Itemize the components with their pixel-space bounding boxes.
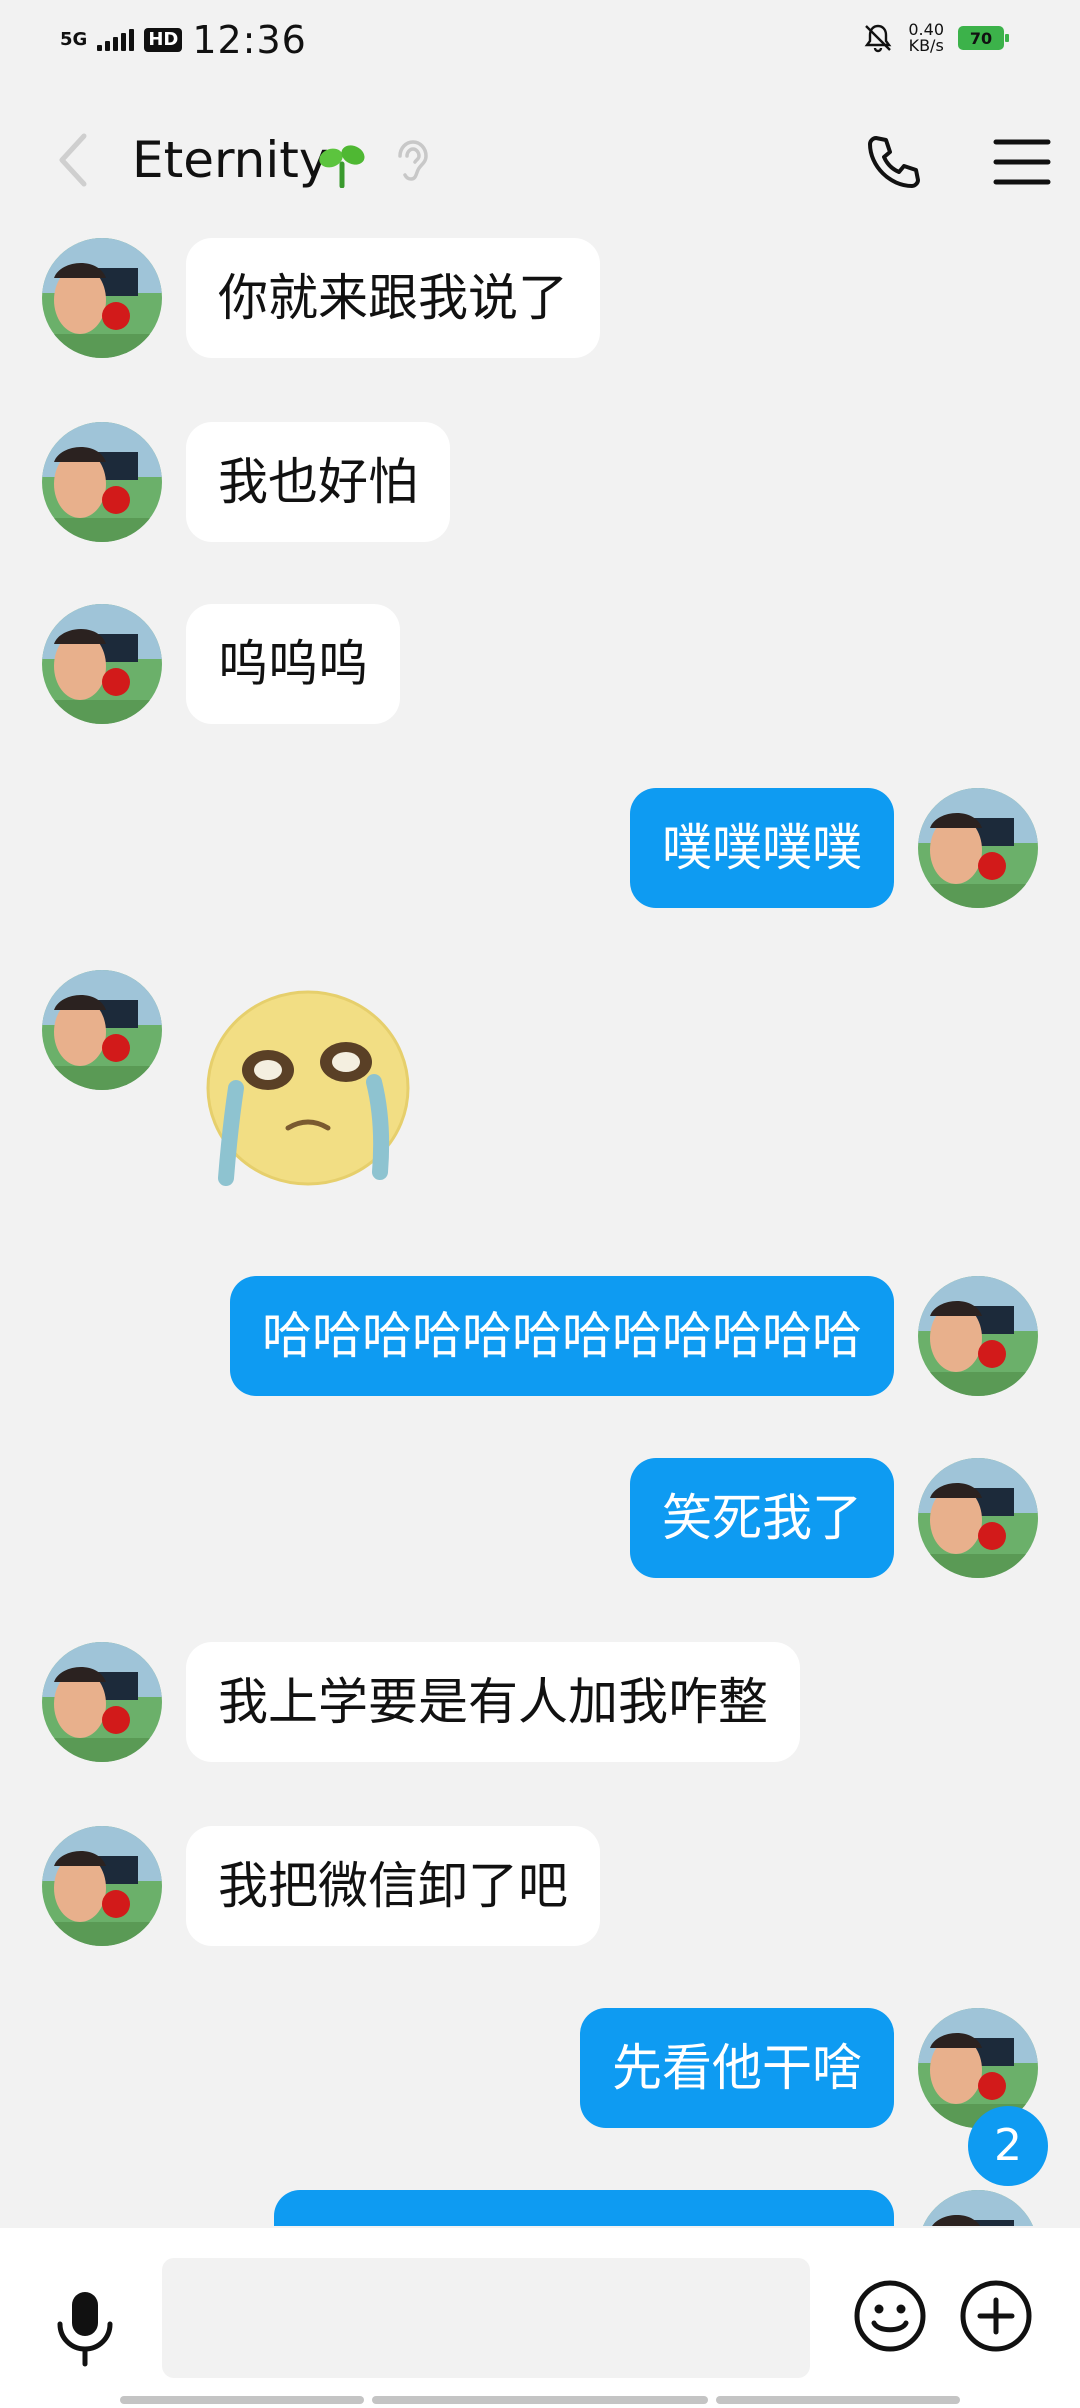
status-bar: 5G HD 12:36 0.40 KB/s 70 [0, 0, 1080, 84]
message-text: 我也好怕 [218, 453, 418, 511]
my-avatar[interactable] [918, 2190, 1038, 2226]
message-text: 哈哈哈哈哈哈哈哈哈哈哈哈 [262, 1307, 862, 1365]
message-text: 呜呜呜 [218, 635, 368, 693]
contact-name[interactable]: Eternity [132, 130, 328, 190]
message-text: 笑死我了 [662, 1489, 862, 1547]
message-text: 我上学要是有人加我咋整 [218, 1673, 768, 1731]
contact-avatar[interactable] [42, 1642, 162, 1762]
contact-avatar[interactable] [42, 422, 162, 542]
message-list[interactable]: 你就来跟我说了 我也好怕 呜呜呜 噗噗噗噗 哈哈哈哈哈哈哈哈哈哈哈哈 笑死我了 … [0, 230, 1080, 2226]
message-text: 你就来跟我说了 [218, 269, 568, 327]
message-text: 我把微信卸了吧 [218, 1857, 568, 1915]
contact-avatar[interactable] [42, 1826, 162, 1946]
message-bubble[interactable]: 我把微信卸了吧 [186, 1826, 600, 1946]
message-bubble[interactable]: 你就来跟我说了 [186, 238, 600, 358]
contact-avatar[interactable] [42, 604, 162, 724]
menu-icon[interactable] [990, 132, 1054, 192]
crying-face-sticker[interactable] [196, 978, 426, 1208]
my-avatar[interactable] [918, 1276, 1038, 1396]
ear-icon[interactable] [390, 138, 434, 186]
message-bubble[interactable]: 我上学要是有人加我咋整 [186, 1642, 800, 1762]
hd-badge: HD [144, 28, 183, 52]
message-bubble[interactable]: 笑死我了 [630, 1458, 894, 1578]
message-text: 噗噗噗噗 [662, 819, 862, 877]
speed-unit: KB/s [908, 36, 944, 55]
input-bar [0, 2228, 1080, 2408]
battery-level: 70 [969, 28, 993, 48]
nav-gesture-bar-left [120, 2396, 364, 2404]
unread-count-badge[interactable]: 2 [968, 2106, 1048, 2186]
chat-screen: 5G HD 12:36 0.40 KB/s 70 Eternity 你就来跟我说… [0, 0, 1080, 2408]
message-bubble[interactable]: 噗噗噗噗 [630, 788, 894, 908]
sprout-icon [319, 145, 365, 188]
contact-avatar[interactable] [42, 238, 162, 358]
status-right: 0.40 KB/s 70 [862, 22, 1009, 54]
status-left: 5G HD 12:36 [60, 18, 307, 62]
message-text: 先看他干啥 [612, 2039, 862, 2097]
mute-bell-icon [864, 24, 892, 53]
chat-header: Eternity [0, 110, 1080, 210]
network-type: 5G [60, 29, 88, 50]
network-speed: 0.40 KB/s [908, 22, 944, 54]
chevron-left-icon [59, 133, 87, 187]
contact-avatar[interactable] [42, 970, 162, 1090]
phone-call-icon[interactable] [862, 130, 926, 194]
battery-icon: 70 [958, 26, 1009, 50]
message-input[interactable] [162, 2258, 810, 2378]
back-button[interactable] [44, 130, 104, 190]
nav-gesture-bar-center [372, 2396, 708, 2404]
nav-gesture-bar-right [716, 2396, 960, 2404]
message-bubble[interactable]: 哈哈哈哈哈哈哈哈哈哈哈哈 [230, 1276, 894, 1396]
message-bubble-partial[interactable] [274, 2190, 894, 2226]
message-bubble[interactable]: 我也好怕 [186, 422, 450, 542]
clock: 12:36 [192, 18, 307, 62]
plus-circle-icon[interactable] [958, 2278, 1034, 2354]
emoji-icon[interactable] [852, 2278, 928, 2354]
microphone-icon[interactable] [50, 2288, 120, 2368]
my-avatar[interactable] [918, 788, 1038, 908]
message-bubble[interactable]: 先看他干啥 [580, 2008, 894, 2128]
my-avatar[interactable] [918, 1458, 1038, 1578]
signal-icon [97, 29, 135, 51]
message-bubble[interactable]: 呜呜呜 [186, 604, 400, 724]
